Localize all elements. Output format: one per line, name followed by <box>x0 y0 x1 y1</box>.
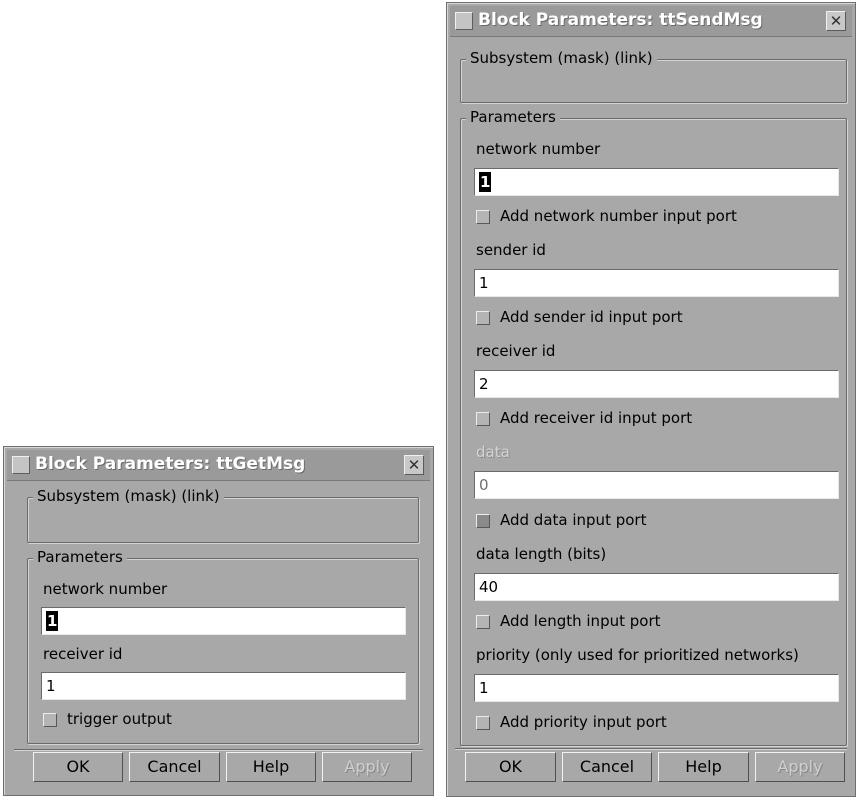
network-number-label: network number <box>476 140 601 158</box>
data-input[interactable]: 0 <box>474 471 839 499</box>
receiver-id-label: receiver id <box>476 342 556 360</box>
cancel-button[interactable]: Cancel <box>562 752 652 782</box>
checkbox-icon <box>476 716 490 730</box>
title-bar[interactable]: Block Parameters: ttSendMsg ✕ <box>450 6 852 37</box>
ok-button[interactable]: OK <box>465 752 556 782</box>
checkbox-icon <box>43 713 57 727</box>
receiver-id-label: receiver id <box>43 645 123 663</box>
network-number-input[interactable]: 1 <box>474 168 839 196</box>
add-sender-id-port-checkbox[interactable]: Add sender id input port <box>476 308 683 326</box>
parameters-label: Parameters <box>466 108 560 126</box>
checkbox-icon <box>476 514 490 528</box>
add-length-port-checkbox[interactable]: Add length input port <box>476 612 661 630</box>
cancel-button[interactable]: Cancel <box>129 752 220 782</box>
subsystem-label: Subsystem (mask) (link) <box>33 487 224 505</box>
apply-button[interactable]: Apply <box>755 752 845 782</box>
receiver-id-input[interactable]: 1 <box>41 672 406 700</box>
data-length-label: data length (bits) <box>476 545 607 563</box>
priority-input[interactable]: 1 <box>474 674 839 702</box>
add-sender-id-port-label: Add sender id input port <box>500 308 683 326</box>
parameters-label: Parameters <box>33 548 127 566</box>
data-length-input[interactable]: 40 <box>474 573 839 601</box>
checkbox-icon <box>476 311 490 325</box>
add-data-port-checkbox[interactable]: Add data input port <box>476 511 646 529</box>
add-data-port-label: Add data input port <box>500 511 647 529</box>
priority-label: priority (only used for prioritized netw… <box>476 646 799 664</box>
help-button[interactable]: Help <box>226 752 316 782</box>
add-priority-port-checkbox[interactable]: Add priority input port <box>476 713 667 731</box>
add-network-number-port-label: Add network number input port <box>500 207 737 225</box>
network-number-input[interactable]: 1 <box>41 607 406 635</box>
help-button[interactable]: Help <box>658 752 749 782</box>
add-receiver-id-port-label: Add receiver id input port <box>500 409 693 427</box>
trigger-output-checkbox[interactable]: trigger output <box>43 710 172 728</box>
data-label: data <box>476 443 510 461</box>
close-icon[interactable]: ✕ <box>404 455 424 475</box>
window-menu-icon[interactable] <box>12 456 30 474</box>
window-menu-icon[interactable] <box>455 12 473 30</box>
window-title: Block Parameters: ttSendMsg <box>478 10 763 30</box>
network-number-label: network number <box>43 580 168 598</box>
add-receiver-id-port-checkbox[interactable]: Add receiver id input port <box>476 409 692 427</box>
title-bar[interactable]: Block Parameters: ttGetMsg ✕ <box>7 450 430 481</box>
close-icon[interactable]: ✕ <box>826 11 846 31</box>
add-priority-port-label: Add priority input port <box>500 713 667 731</box>
apply-button[interactable]: Apply <box>322 752 412 782</box>
checkbox-icon <box>476 210 490 224</box>
window-title: Block Parameters: ttGetMsg <box>35 454 306 474</box>
subsystem-group: Subsystem (mask) (link) <box>460 49 847 103</box>
button-separator <box>455 748 847 749</box>
button-separator <box>14 749 423 750</box>
ttsendmsg-dialog: Block Parameters: ttSendMsg ✕ Subsystem … <box>446 2 856 797</box>
receiver-id-input[interactable]: 2 <box>474 370 839 398</box>
trigger-output-label: trigger output <box>67 710 172 728</box>
subsystem-label: Subsystem (mask) (link) <box>466 49 657 67</box>
ok-button[interactable]: OK <box>33 752 123 782</box>
add-length-port-label: Add length input port <box>500 612 661 630</box>
sender-id-input[interactable]: 1 <box>474 269 839 297</box>
subsystem-group: Subsystem (mask) (link) <box>27 487 419 543</box>
sender-id-label: sender id <box>476 241 546 259</box>
checkbox-icon <box>476 412 490 426</box>
checkbox-icon <box>476 615 490 629</box>
add-network-number-port-checkbox[interactable]: Add network number input port <box>476 207 737 225</box>
ttgetmsg-dialog: Block Parameters: ttGetMsg ✕ Subsystem (… <box>3 446 434 796</box>
